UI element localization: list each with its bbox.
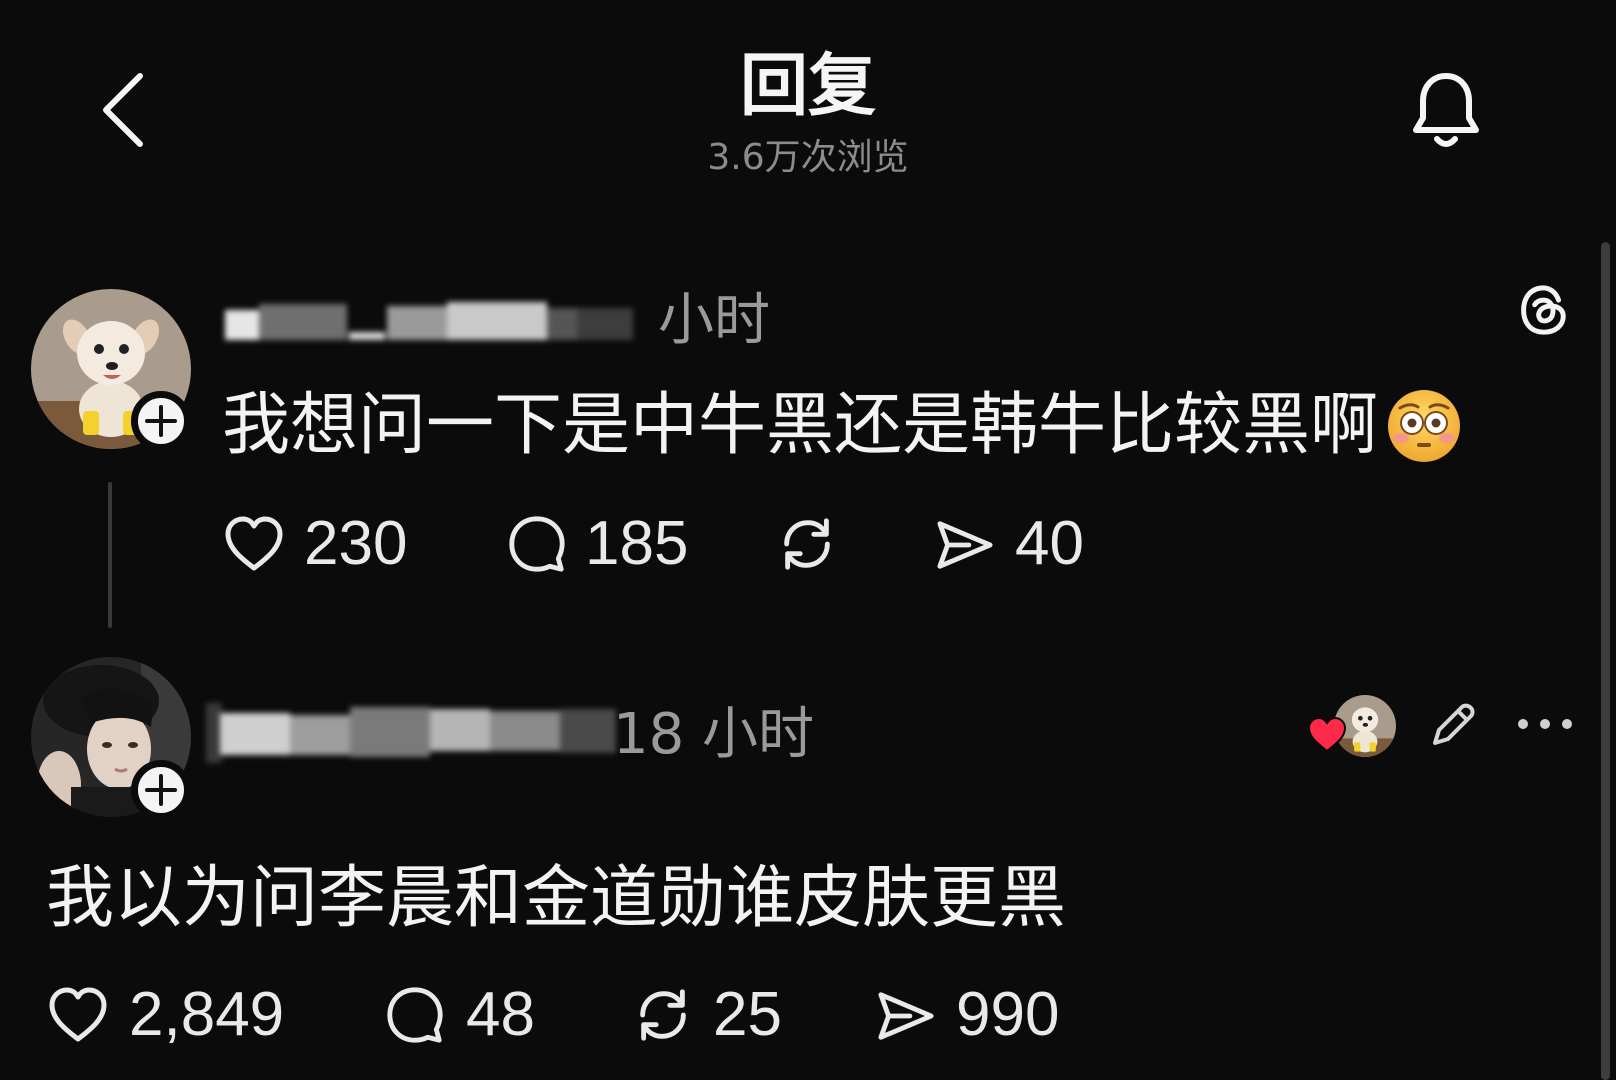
pencil-icon — [1433, 703, 1475, 745]
repost-icon — [784, 518, 830, 570]
plus-icon — [145, 774, 177, 806]
bell-icon — [1413, 73, 1479, 147]
share-button[interactable] — [933, 515, 997, 577]
like-count: 2,849 — [129, 980, 285, 1049]
reply-button[interactable] — [505, 513, 569, 575]
send-icon — [878, 991, 934, 1040]
repost-icon — [640, 989, 686, 1041]
thread-connector-line — [108, 482, 112, 628]
reply-count: 185 — [585, 509, 689, 578]
reply-button[interactable] — [383, 984, 447, 1046]
repost-button[interactable] — [631, 984, 695, 1046]
blurred-username[interactable] — [198, 695, 620, 770]
follow-plus-button[interactable] — [131, 391, 191, 451]
view-count: 3.6万次浏览 — [707, 137, 909, 178]
scrollbar[interactable] — [1601, 242, 1610, 1080]
heart-icon — [225, 516, 283, 571]
send-icon — [937, 520, 993, 569]
like-button[interactable] — [46, 984, 110, 1046]
notifications-button[interactable] — [1409, 69, 1483, 151]
edit-button[interactable] — [1426, 698, 1480, 752]
share-count: 990 — [956, 980, 1060, 1049]
like-count: 230 — [304, 509, 408, 578]
repost-count: 25 — [713, 980, 782, 1049]
comment-bubble-icon — [509, 516, 565, 572]
post-body: 我想问一下是中牛黑还是韩牛比较黑啊 — [222, 386, 1462, 466]
blurred-username[interactable] — [225, 296, 650, 348]
share-count: 40 — [1015, 509, 1084, 578]
flushed-face-emoji-icon — [1388, 390, 1461, 462]
page-title: 回复 — [739, 47, 876, 126]
share-button[interactable] — [874, 986, 938, 1048]
post-timestamp: 小时 — [658, 288, 770, 353]
post-timestamp: 18 小时 — [613, 702, 815, 767]
follow-plus-button[interactable] — [131, 760, 191, 820]
post-text: 我以为问李晨和金道勋谁皮肤更黑 — [46, 859, 1067, 938]
reply-count: 48 — [466, 980, 535, 1049]
ellipsis-icon — [1518, 719, 1572, 729]
comment-bubble-icon — [387, 987, 443, 1043]
threads-logo — [1516, 280, 1572, 340]
like-button[interactable] — [222, 513, 286, 575]
post-text: 我想问一下是中牛黑还是韩牛比较黑啊 — [222, 386, 1379, 465]
post-body: 我以为问李晨和金道勋谁皮肤更黑 — [46, 859, 1066, 939]
more-options-button[interactable] — [1516, 710, 1574, 738]
red-heart-icon — [1307, 716, 1347, 753]
liked-heart-badge — [1307, 716, 1347, 753]
threads-logo-icon — [1521, 285, 1566, 335]
heart-icon — [49, 987, 107, 1042]
repost-button[interactable] — [775, 513, 839, 575]
plus-icon — [145, 405, 177, 437]
